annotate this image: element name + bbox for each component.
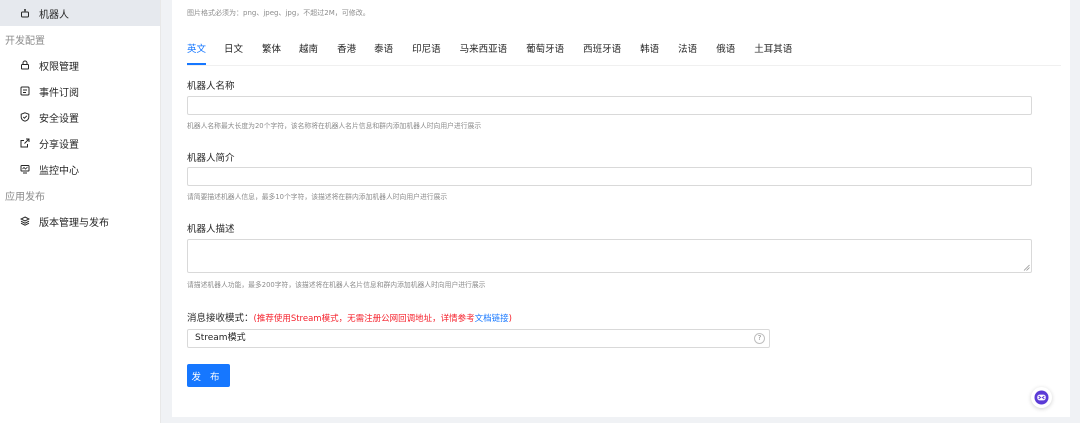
tab-french[interactable]: 法语 <box>678 41 697 65</box>
robot-intro-label: 机器人简介 <box>187 153 235 164</box>
sidebar-item-version-release[interactable]: 版本管理与发布 <box>0 208 160 234</box>
tab-russian[interactable]: 俄语 <box>716 41 735 65</box>
sidebar-group-app-release: 应用发布 <box>5 191 45 203</box>
shield-icon <box>18 112 32 122</box>
sidebar-item-label: 分享设置 <box>39 139 79 151</box>
tab-turkish[interactable]: 土耳其语 <box>754 41 792 65</box>
sidebar-item-permissions[interactable]: 权限管理 <box>0 52 160 78</box>
image-format-hint: 图片格式必须为：png、jpeg、jpg，不超过2M，可修改。 <box>187 9 370 17</box>
message-mode-label: 消息接收模式：(推荐使用Stream模式，无需注册公网回调地址，详情参考文档链接… <box>187 310 512 324</box>
share-icon <box>18 138 32 148</box>
robot-intro-help: 请简要描述机器人信息，最多10个字符，该描述将在群内添加机器人时向用户进行展示 <box>187 193 448 201</box>
sidebar-item-share[interactable]: 分享设置 <box>0 130 160 156</box>
sidebar-item-monitor[interactable]: 监控中心 <box>0 156 160 182</box>
tab-vietnamese[interactable]: 越南 <box>299 41 318 65</box>
sidebar-item-label: 安全设置 <box>39 113 79 125</box>
robot-name-help: 机器人名称最大长度为20个字符，该名称将在机器人名片信息和群内添加机器人时向用户… <box>187 122 482 130</box>
robot-description-label: 机器人描述 <box>187 224 235 235</box>
robot-name-label: 机器人名称 <box>187 81 235 92</box>
tab-korean[interactable]: 韩语 <box>640 41 659 65</box>
resize-handle-icon[interactable] <box>1023 264 1030 271</box>
sidebar-item-label: 版本管理与发布 <box>39 217 109 229</box>
publish-button[interactable]: 发 布 <box>187 364 230 387</box>
tab-english[interactable]: 英文 <box>187 41 207 65</box>
tab-japanese[interactable]: 日文 <box>224 41 243 65</box>
tab-hongkong[interactable]: 香港 <box>337 41 356 65</box>
tab-malay[interactable]: 马来西亚语 <box>460 41 508 65</box>
robot-description-help: 请描述机器人功能，最多200字符，该描述将在机器人名片信息和群内添加机器人时向用… <box>187 281 486 289</box>
robot-icon <box>18 8 32 18</box>
event-icon <box>18 86 32 96</box>
chat-assistant-button[interactable] <box>1031 387 1052 408</box>
tab-thai[interactable]: 泰语 <box>374 41 393 65</box>
doc-link[interactable]: 文档链接 <box>475 314 509 324</box>
language-tabs: 英文 日文 繁体 越南 香港 泰语 印尼语 马来西亚语 葡萄牙语 西班牙语 韩语… <box>187 41 1061 66</box>
message-mode-select[interactable]: Stream模式 ? <box>187 329 770 348</box>
sidebar-item-label: 监控中心 <box>39 165 79 177</box>
tab-portuguese[interactable]: 葡萄牙语 <box>526 41 564 65</box>
robot-intro-input[interactable] <box>187 167 1032 186</box>
monitor-icon <box>18 164 32 174</box>
sidebar: 机器人 开发配置 权限管理 事件订阅 安全设置 分享设置 监控中心 应用发布 版… <box>0 0 161 423</box>
sidebar-group-dev-config: 开发配置 <box>5 35 45 47</box>
lock-icon <box>18 60 32 70</box>
sidebar-item-label: 权限管理 <box>39 61 79 73</box>
sidebar-item-security[interactable]: 安全设置 <box>0 104 160 130</box>
tab-traditional-chinese[interactable]: 繁体 <box>262 41 281 65</box>
chat-bot-icon <box>1034 390 1049 405</box>
message-mode-value: Stream模式 <box>195 333 246 343</box>
sidebar-item-label: 机器人 <box>39 9 69 21</box>
layers-icon <box>18 216 32 226</box>
sidebar-item-robot[interactable]: 机器人 <box>0 0 160 26</box>
robot-config-panel: 图片格式必须为：png、jpeg、jpg，不超过2M，可修改。 英文 日文 繁体… <box>172 0 1070 417</box>
help-circle-icon[interactable]: ? <box>754 333 765 344</box>
robot-name-input[interactable] <box>187 96 1032 115</box>
tab-spanish[interactable]: 西班牙语 <box>583 41 621 65</box>
sidebar-item-label: 事件订阅 <box>39 87 79 99</box>
sidebar-item-events[interactable]: 事件订阅 <box>0 78 160 104</box>
tab-indonesian[interactable]: 印尼语 <box>412 41 441 65</box>
message-mode-title: 消息接收模式： <box>187 313 254 324</box>
message-mode-note-end: ) <box>508 314 512 324</box>
message-mode-note: (推荐使用Stream模式，无需注册公网回调地址，详情参考 <box>253 314 475 324</box>
robot-description-textarea[interactable] <box>187 239 1032 273</box>
